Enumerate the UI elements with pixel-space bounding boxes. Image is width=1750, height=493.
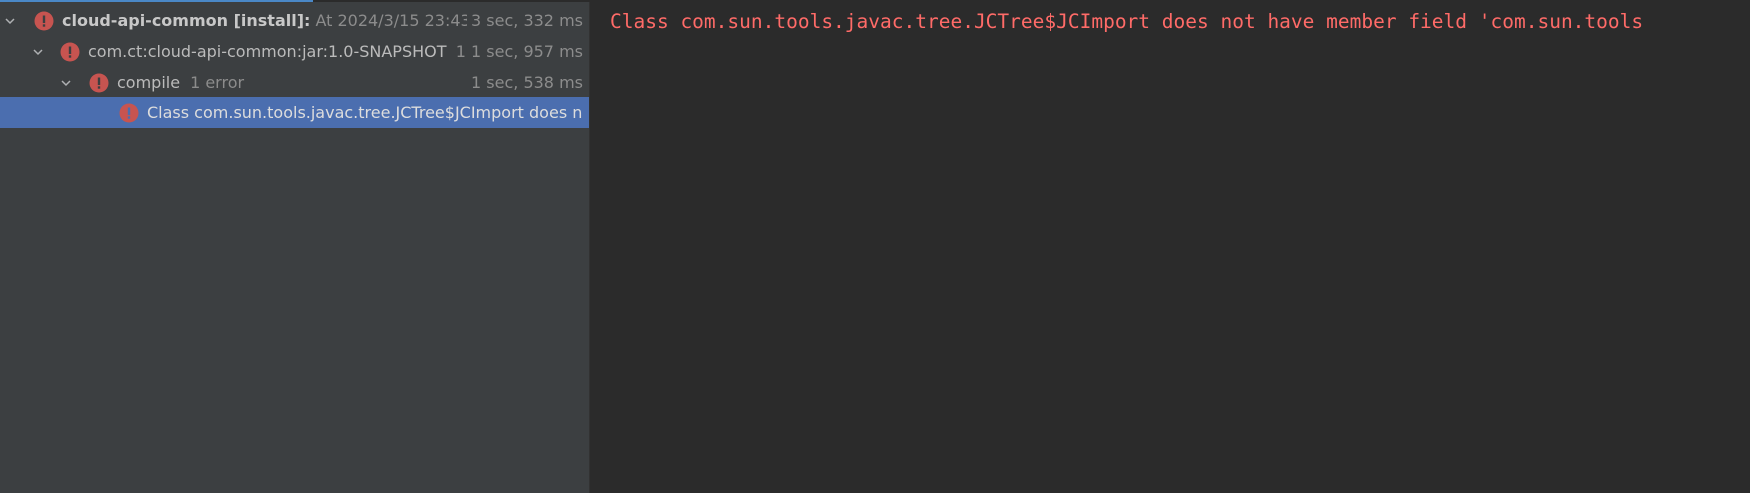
console-error-line: Class com.sun.tools.javac.tree.JCTree$JC… bbox=[610, 10, 1644, 33]
compile-name: compile bbox=[117, 73, 181, 92]
tree-row-root[interactable]: cloud-api-common [install]: At 2024/3/15… bbox=[0, 5, 589, 36]
compile-error-count: 1 error bbox=[190, 73, 245, 92]
artifact-name: com.ct:cloud-api-common:jar:1.0-SNAPSHOT bbox=[88, 42, 447, 61]
artifact-time: 1 1 sec, 957 ms bbox=[451, 42, 583, 61]
error-icon bbox=[60, 42, 80, 61]
error-message: Class com.sun.tools.javac.tree.JCTree$JC… bbox=[147, 103, 583, 122]
error-icon bbox=[34, 11, 54, 30]
error-icon bbox=[119, 103, 139, 122]
chevron-down-icon[interactable] bbox=[31, 45, 45, 59]
tree-row-error[interactable]: Class com.sun.tools.javac.tree.JCTree$JC… bbox=[0, 97, 589, 128]
chevron-down-icon[interactable] bbox=[59, 76, 73, 90]
chevron-down-icon[interactable] bbox=[3, 14, 17, 28]
console-output[interactable]: Class com.sun.tools.javac.tree.JCTree$JC… bbox=[590, 2, 1750, 493]
build-tree-panel: cloud-api-common [install]: At 2024/3/15… bbox=[0, 2, 589, 493]
error-icon bbox=[89, 73, 109, 92]
tree-row-compile[interactable]: compile 1 error 1 sec, 538 ms bbox=[0, 67, 589, 98]
root-task-time: 3 sec, 332 ms bbox=[467, 11, 583, 30]
compile-time: 1 sec, 538 ms bbox=[467, 73, 583, 92]
root-task-status: At 2024/3/15 23:43 w bbox=[315, 11, 489, 30]
tree-row-artifact[interactable]: com.ct:cloud-api-common:jar:1.0-SNAPSHOT… bbox=[0, 36, 589, 67]
root-task-name: cloud-api-common [install]: bbox=[62, 11, 311, 30]
